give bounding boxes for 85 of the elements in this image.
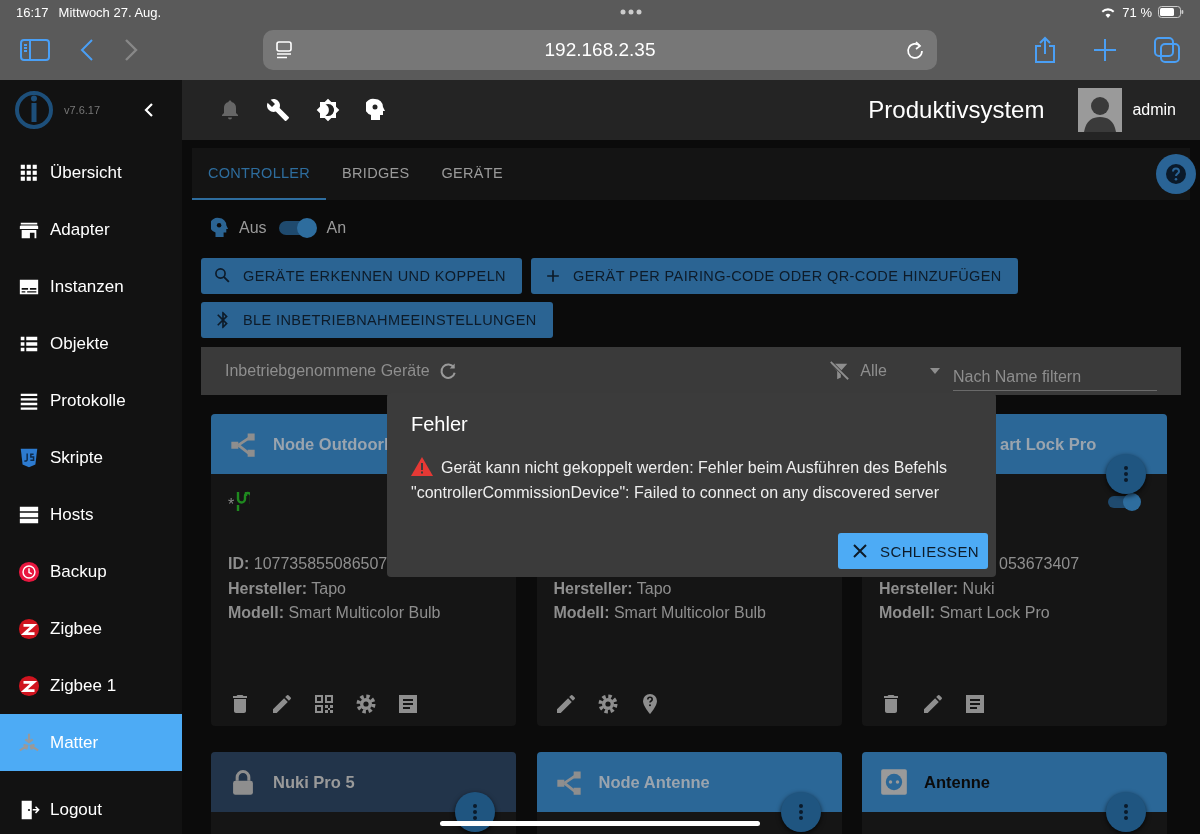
help-button[interactable]: [1156, 154, 1196, 194]
device-detail: 053673407: [999, 554, 1081, 574]
sidebar-item[interactable]: Protokolle: [0, 372, 182, 429]
device-detail: Modell: Smart Multicolor Bulb: [228, 603, 442, 623]
dialog-message: Gerät kann nicht gekoppelt werden: Fehler beim Ausführen des Befehls "controllerCommissionDevice": Failed to connect on any discovered server: [411, 456, 949, 503]
toggle-switch[interactable]: [278, 221, 315, 235]
reader-icon[interactable]: [275, 40, 295, 60]
tab[interactable]: GERÄTE: [425, 148, 519, 200]
share-icon[interactable]: [1034, 36, 1056, 64]
system-title: Produktivsystem: [868, 96, 1045, 124]
status-date: Mittwoch 27. Aug.: [58, 4, 162, 20]
caret-icon[interactable]: [929, 367, 941, 375]
device-name: Node Outdoorl: [273, 434, 389, 454]
arrows-icon: [18, 731, 40, 754]
note-icon[interactable]: [963, 692, 987, 716]
device-detail: ID: 107735855086507: [228, 554, 389, 574]
sidebar-item[interactable]: Adapter: [0, 201, 182, 258]
user-name: admin: [1132, 101, 1176, 119]
pencil-icon[interactable]: [921, 692, 945, 716]
close-button[interactable]: SCHLIESSEN: [838, 533, 988, 569]
more-icon: [797, 803, 804, 821]
qr-code-icon[interactable]: [312, 692, 336, 716]
bell-icon[interactable]: [220, 99, 240, 121]
sidebar-item[interactable]: Backup: [0, 543, 182, 600]
device-detail: Hersteller: Tapo: [228, 578, 347, 599]
shield-icon: [18, 446, 40, 469]
sidebar-item[interactable]: Instanzen: [0, 258, 182, 315]
more-icon: [1123, 465, 1129, 483]
status-mark: *: [228, 496, 235, 514]
switch-label: Aus: [239, 219, 267, 237]
refresh-icon[interactable]: [437, 361, 458, 381]
wrench-icon[interactable]: [266, 98, 290, 122]
head-icon: [211, 217, 229, 239]
dialog-title: Fehler: [411, 413, 469, 436]
sidebar-item[interactable]: Objekte: [0, 315, 182, 372]
device-detail: Hersteller: Tapo: [553, 578, 673, 599]
wifi-icon: [1100, 6, 1117, 18]
gear-icon[interactable]: [354, 692, 378, 716]
switch-label: An: [326, 219, 347, 237]
device-name: Nuki Pro 5: [273, 772, 355, 792]
more-icon: [1123, 803, 1129, 821]
clock-icon: [18, 560, 40, 583]
pencil-icon[interactable]: [270, 692, 294, 716]
avatar[interactable]: [1078, 88, 1123, 132]
address-bar[interactable]: 192.168.2.35: [263, 30, 937, 70]
reload-icon[interactable]: [905, 40, 925, 60]
help-icon: [1166, 164, 1186, 184]
sidebar-item[interactable]: Zigbee: [0, 600, 182, 657]
collapse-icon[interactable]: [144, 102, 154, 118]
filter-off-icon[interactable]: [828, 360, 851, 382]
zigzag-icon: [18, 674, 40, 697]
device-name: art Lock Pro: [1000, 434, 1097, 454]
device-name: Antenne: [924, 772, 990, 792]
sidebar-icon[interactable]: [20, 38, 50, 62]
sidebar-item[interactable]: Logout: [0, 781, 182, 834]
tabs-icon[interactable]: [1154, 37, 1180, 63]
search-field[interactable]: Nach Name filtern: [953, 351, 1157, 391]
sidebar-item[interactable]: Hosts: [0, 486, 182, 543]
device-detail: Hersteller: Nuki: [879, 578, 996, 599]
battery-percent: 71 %: [1122, 4, 1152, 20]
device-detail: Modell: Smart Multicolor Bulb: [553, 603, 767, 623]
note-icon[interactable]: [396, 692, 420, 716]
more-icon: [472, 803, 478, 821]
close-icon: [852, 543, 868, 559]
socket-icon: [880, 768, 908, 796]
sidebar-item[interactable]: Zigbee 1: [0, 657, 182, 714]
battery-icon: [1158, 6, 1184, 18]
brightness-icon[interactable]: [316, 98, 340, 122]
tab[interactable]: BRIDGES: [326, 148, 426, 200]
sidebar-item[interactable]: Skripte: [0, 429, 182, 486]
zigzag-icon: [18, 617, 40, 640]
head-icon[interactable]: [366, 98, 386, 122]
device-name: Node Antenne: [598, 772, 710, 792]
logo-icon: [14, 90, 54, 130]
dots-icon[interactable]: [619, 9, 642, 15]
warning-icon: [411, 457, 433, 476]
connection-icon: [234, 490, 251, 512]
status-time: 16:17: [16, 4, 49, 20]
toggle-switch[interactable]: [1108, 496, 1138, 508]
plus-icon[interactable]: [1094, 39, 1116, 61]
back-icon[interactable]: [80, 38, 94, 62]
device-detail: Modell: Smart Lock Pro: [879, 603, 1051, 623]
list-title: Inbetriebgenommene Geräte: [225, 362, 430, 380]
version-label: v7.6.17: [64, 104, 101, 116]
sidebar-item[interactable]: Übersicht: [0, 144, 182, 201]
